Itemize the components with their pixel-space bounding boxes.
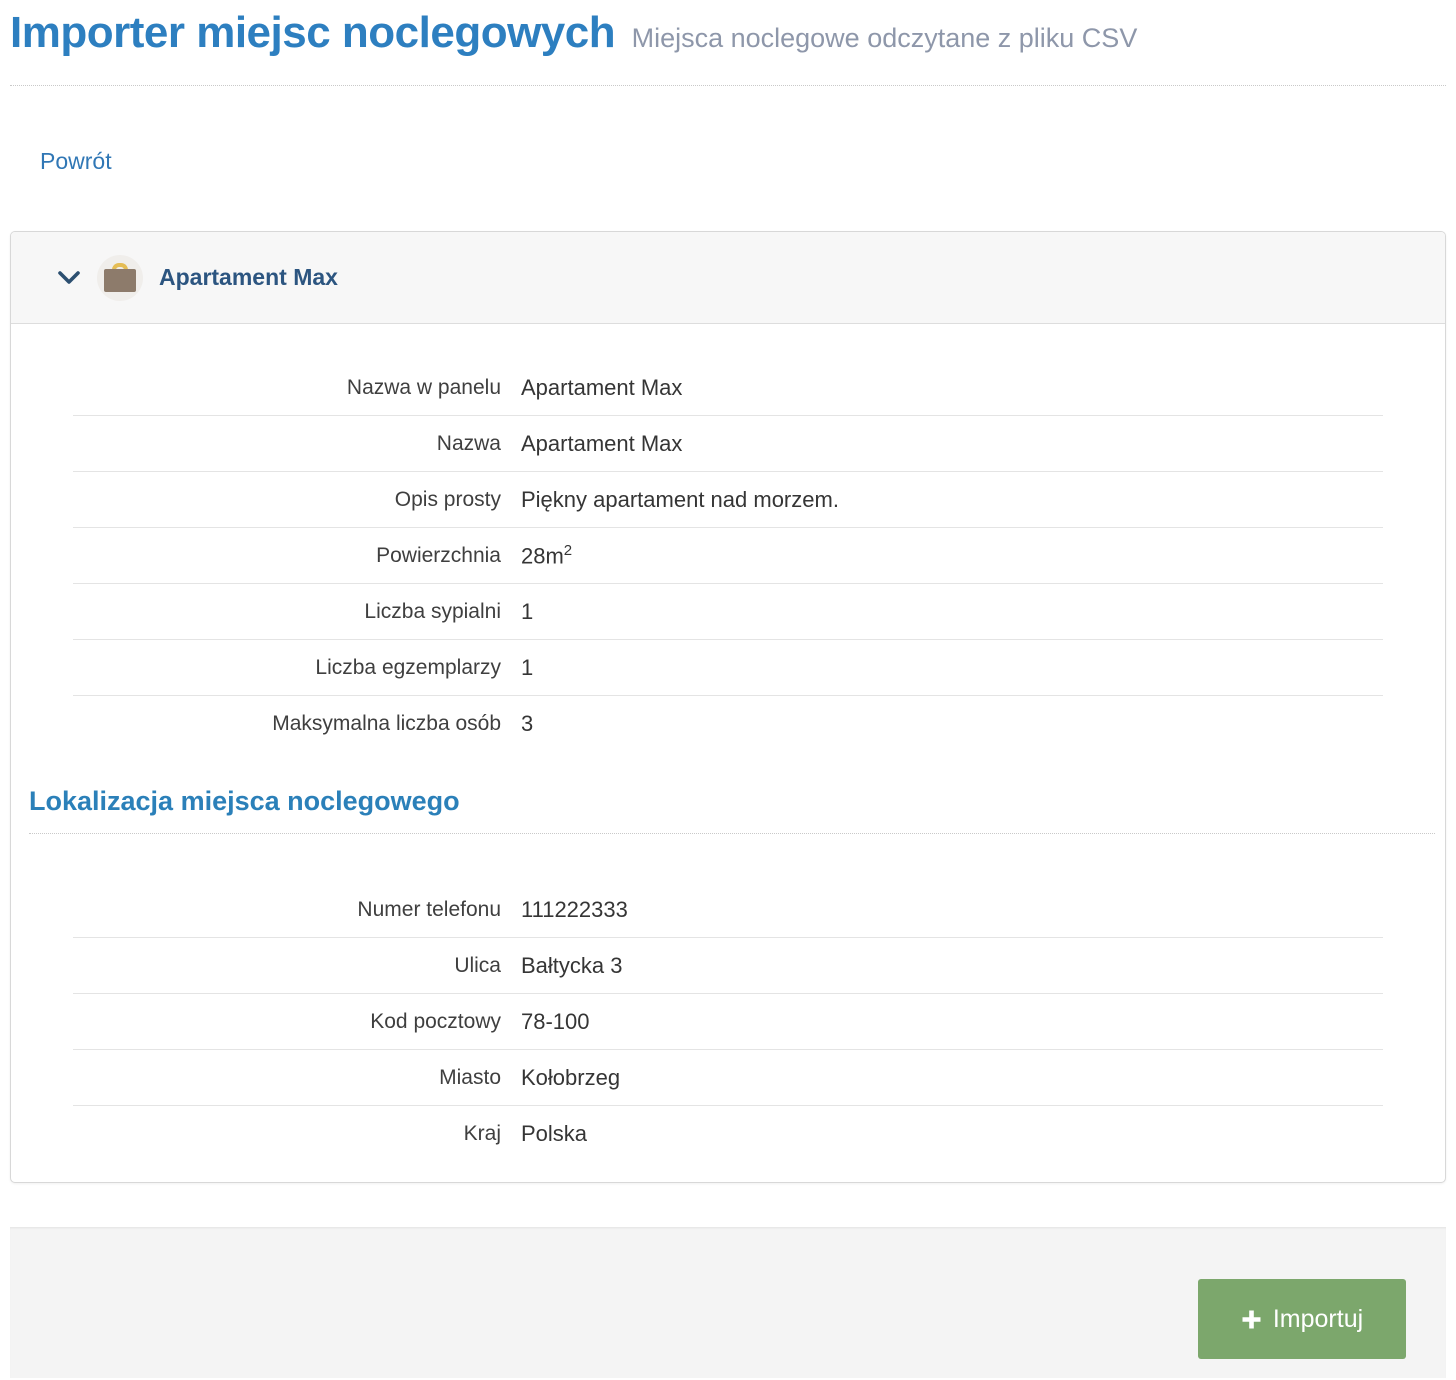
row-label: Maksymalna liczba osób — [73, 712, 501, 736]
accommodation-panel: Apartament Max Nazwa w panelu Apartament… — [10, 231, 1446, 1183]
row-value: Piękny apartament nad morzem. — [521, 487, 839, 513]
row-value: 78-100 — [521, 1009, 590, 1035]
row-label: Kraj — [73, 1122, 501, 1146]
table-row: Kod pocztowy 78-100 — [73, 994, 1383, 1050]
row-label: Powierzchnia — [73, 544, 501, 568]
row-label: Kod pocztowy — [73, 1010, 501, 1034]
location-section-heading: Lokalizacja miejsca noclegowego — [29, 786, 1437, 817]
import-button-label: Importuj — [1273, 1305, 1363, 1334]
row-value: 3 — [521, 711, 533, 737]
row-value: 111222333 — [521, 897, 628, 923]
row-value: Kołobrzeg — [521, 1065, 620, 1091]
row-value: Apartament Max — [521, 431, 682, 457]
import-button[interactable]: Importuj — [1198, 1279, 1406, 1359]
page-subtitle: Miejsca noclegowe odczytane z pliku CSV — [632, 23, 1138, 53]
table-row: Liczba sypialni 1 — [73, 584, 1383, 640]
table-row: Opis prosty Piękny apartament nad morzem… — [73, 472, 1383, 528]
row-label: Ulica — [73, 954, 501, 978]
details-rows: Nazwa w panelu Apartament Max Nazwa Apar… — [73, 360, 1383, 752]
page: Importer miejsc noclegowych Miejsca nocl… — [0, 0, 1456, 1378]
table-row: Powierzchnia 28m2 — [73, 528, 1383, 584]
row-value: 1 — [521, 655, 533, 681]
panel-header-toggle[interactable]: Apartament Max — [11, 232, 1445, 324]
row-label: Liczba egzemplarzy — [73, 656, 501, 680]
row-label: Numer telefonu — [73, 898, 501, 922]
row-value: 28m2 — [521, 542, 572, 569]
back-link[interactable]: Powrót — [40, 148, 112, 175]
table-row: Nazwa Apartament Max — [73, 416, 1383, 472]
panel-body: Nazwa w panelu Apartament Max Nazwa Apar… — [11, 324, 1445, 1182]
page-header: Importer miejsc noclegowych Miejsca nocl… — [10, 0, 1446, 86]
row-label: Liczba sypialni — [73, 600, 501, 624]
action-footer: Importuj — [10, 1227, 1446, 1378]
table-row: Nazwa w panelu Apartament Max — [73, 360, 1383, 416]
table-row: Maksymalna liczba osób 3 — [73, 696, 1383, 752]
row-label: Nazwa — [73, 432, 501, 456]
location-rows: Numer telefonu 111222333 Ulica Bałtycka … — [73, 882, 1383, 1162]
chevron-down-icon[interactable] — [57, 270, 81, 286]
table-row: Liczba egzemplarzy 1 — [73, 640, 1383, 696]
briefcase-icon — [97, 255, 143, 301]
divider — [29, 833, 1435, 834]
row-label: Miasto — [73, 1066, 501, 1090]
row-value: 1 — [521, 599, 533, 625]
row-label: Opis prosty — [73, 488, 501, 512]
plus-icon — [1241, 1309, 1262, 1330]
row-value: Polska — [521, 1121, 587, 1147]
table-row: Numer telefonu 111222333 — [73, 882, 1383, 938]
row-value: Apartament Max — [521, 375, 682, 401]
page-title: Importer miejsc noclegowych — [10, 8, 615, 57]
superscript: 2 — [564, 542, 572, 559]
row-value: Bałtycka 3 — [521, 953, 623, 979]
table-row: Ulica Bałtycka 3 — [73, 938, 1383, 994]
table-row: Miasto Kołobrzeg — [73, 1050, 1383, 1106]
row-label: Nazwa w panelu — [73, 376, 501, 400]
panel-title: Apartament Max — [159, 264, 338, 291]
table-row: Kraj Polska — [73, 1106, 1383, 1162]
